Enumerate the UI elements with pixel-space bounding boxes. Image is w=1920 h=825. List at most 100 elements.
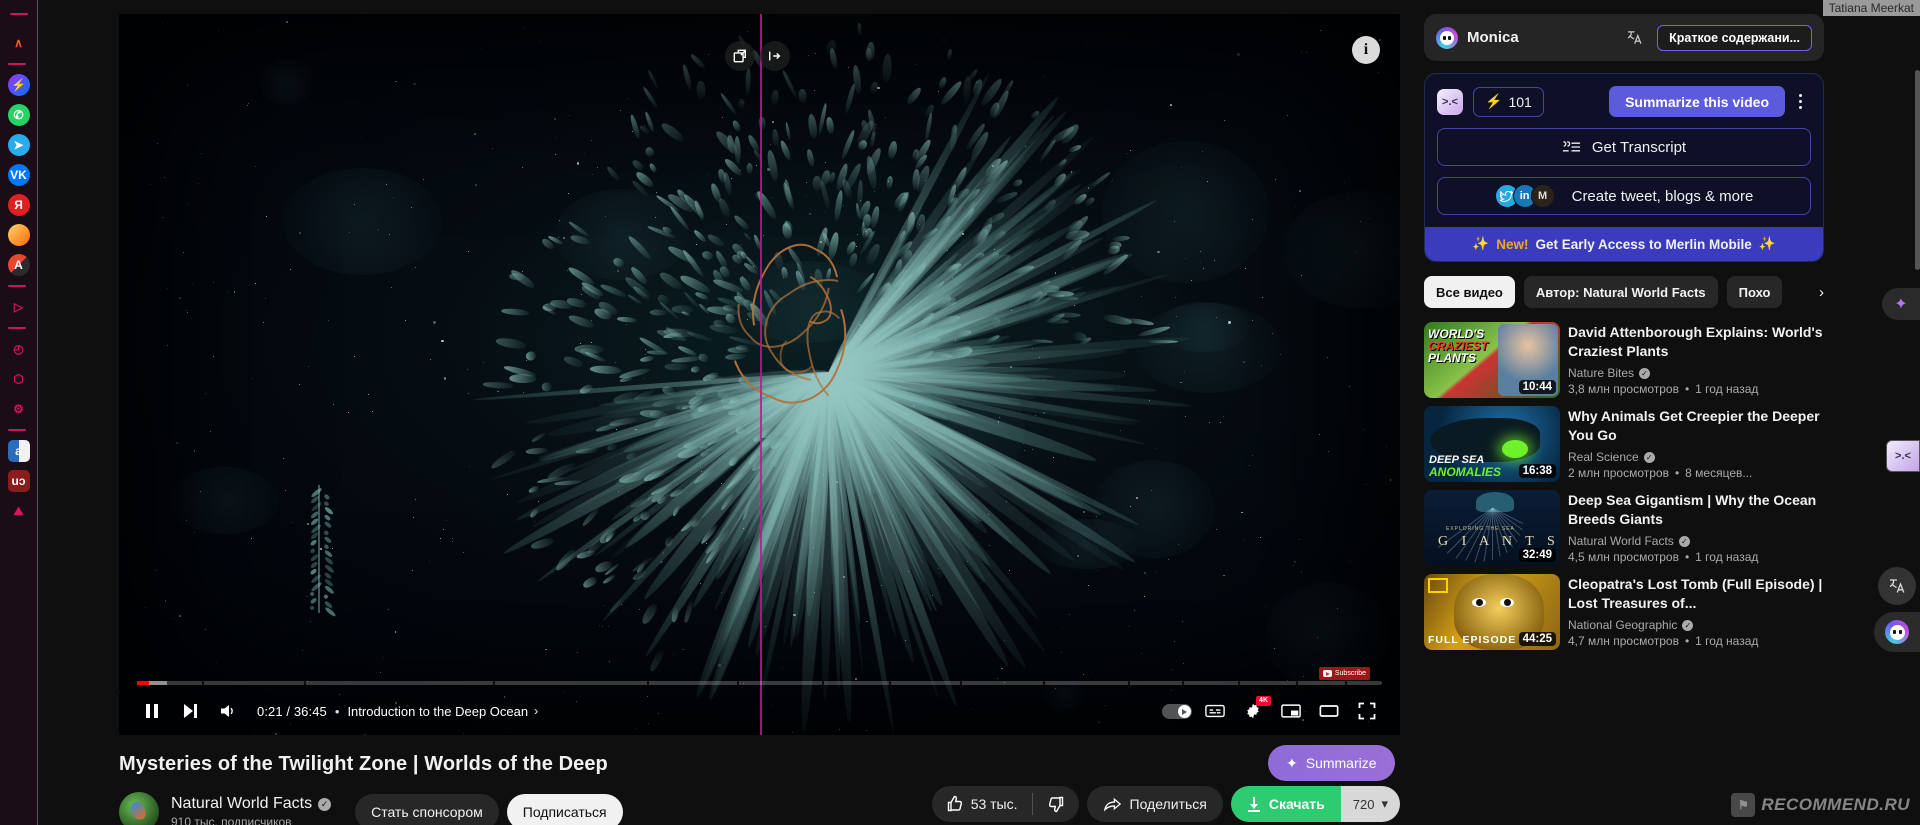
related-video-item[interactable]: EXPLORING THE SEA G I A N T S 32:49 Deep Se… <box>1424 490 1824 566</box>
like-button[interactable]: 53 тыс. <box>932 786 1032 822</box>
merlin-face-icon[interactable]: >.< <box>1437 88 1463 115</box>
video-channel[interactable]: Real Science ✓ <box>1568 450 1824 464</box>
video-views: 4,7 млн просмотров <box>1568 634 1679 648</box>
progress-played <box>137 681 149 685</box>
time-chapter-separator: • <box>334 703 340 719</box>
verified-badge-icon: ✓ <box>318 797 332 811</box>
related-video-item[interactable]: WORLD'S CRAZIEST PLANTS 10:44 David Attenbor… <box>1424 322 1824 398</box>
brave-lion-icon[interactable]: ∧ <box>8 32 30 54</box>
get-transcript-button[interactable]: Get Transcript <box>1437 128 1811 166</box>
video-thumbnail[interactable]: EXPLORING THE SEA G I A N T S 32:49 <box>1424 490 1560 566</box>
monica-float-button[interactable] <box>1874 612 1920 652</box>
progress-track <box>137 681 1382 685</box>
page-scrollbar[interactable] <box>1915 70 1920 270</box>
mail-icon[interactable] <box>7 224 30 246</box>
video-channel[interactable]: National Geographic ✓ <box>1568 618 1824 632</box>
youtube-subscribe-watermark[interactable]: Subscribe <box>1318 667 1370 680</box>
download-quality-select[interactable]: 720 ▾ <box>1340 786 1400 822</box>
vk-icon[interactable]: VK <box>7 164 30 186</box>
monica-summary-button[interactable]: Краткое содержани... <box>1657 24 1812 51</box>
telegram-icon[interactable]: ➤ <box>7 134 30 156</box>
autoplay-toggle-button[interactable] <box>1158 692 1196 730</box>
video-title[interactable]: David Attenborough Explains: World's Cra… <box>1568 323 1824 361</box>
subtitles-button[interactable] <box>1196 692 1234 730</box>
chapter-title[interactable]: Introduction to the Deep Ocean <box>347 704 528 719</box>
next-video-button[interactable] <box>171 692 209 730</box>
chapter-marker <box>201 681 204 685</box>
video-thumbnail[interactable]: DEEP SEA ANOMALIES 16:38 <box>1424 406 1560 482</box>
video-thumbnail[interactable]: WORLD'S CRAZIEST PLANTS 10:44 <box>1424 322 1560 398</box>
magenta-guide-line <box>760 14 762 735</box>
social-icons-group: in M <box>1494 184 1555 208</box>
youtube-play-glyph <box>1322 670 1332 677</box>
related-video-item[interactable]: FULL EPISODE 44:25 Cleopatra's Lost Tomb (… <box>1424 574 1824 650</box>
filter-chip-0[interactable]: Все видео <box>1424 276 1515 308</box>
merlin-mobile-banner[interactable]: ✨ New! Get Early Access to Merlin Mobile… <box>1425 227 1823 261</box>
yandex-icon[interactable]: Я <box>7 194 30 216</box>
video-channel-label: Real Science <box>1568 450 1639 464</box>
fullscreen-button[interactable] <box>1348 692 1386 730</box>
open-popout-icon[interactable] <box>725 41 755 71</box>
rail-icon-list: ∧ ⚡ ✆ ➤ VK Я A ▷ ◴ ⬡ ⚙ a uɔ ⛰ <box>7 24 30 530</box>
enter-theater-icon[interactable] <box>760 41 790 71</box>
video-channel[interactable]: Natural World Facts ✓ <box>1568 534 1824 548</box>
summarize-float-button[interactable]: ✦ Summarize <box>1268 745 1395 781</box>
volume-button[interactable] <box>209 692 247 730</box>
sparkle-ai-icon[interactable]: ✦ <box>1882 288 1920 320</box>
translate-app-icon[interactable]: A <box>7 254 30 276</box>
channel-name-label: Natural World Facts <box>171 795 313 812</box>
summarize-this-video-button[interactable]: Summarize this video <box>1609 86 1785 117</box>
avatar[interactable] <box>119 792 159 825</box>
subscribe-button[interactable]: Подписаться <box>506 794 623 825</box>
history-clock-icon[interactable]: ◴ <box>8 338 30 360</box>
video-title[interactable]: Cleopatra's Lost Tomb (Full Episode) | L… <box>1568 575 1824 613</box>
autoplay-switch[interactable] <box>1162 703 1192 719</box>
video-player-icon[interactable]: ▷ <box>8 296 30 318</box>
credits-badge[interactable]: ⚡ 101 <box>1473 86 1544 117</box>
video-channel[interactable]: Nature Bites ✓ <box>1568 366 1824 380</box>
dislike-button[interactable] <box>1033 786 1079 822</box>
translate-icon[interactable] <box>1623 27 1645 49</box>
translate-circle-icon[interactable] <box>1878 567 1916 605</box>
thumb-overlay-text: FULL EPISODE <box>1428 634 1517 646</box>
amazon-assistant-icon[interactable]: a <box>7 440 30 462</box>
channel-name[interactable]: Natural World Facts ✓ <box>171 795 332 813</box>
video-title[interactable]: Why Animals Get Creepier the Deeper You … <box>1568 407 1824 445</box>
image-tool-icon[interactable]: ⛰ <box>8 500 30 522</box>
merlin-panel: >.< ⚡ 101 Summarize this video Get Trans… <box>1424 73 1824 262</box>
download-button[interactable]: Скачать <box>1230 786 1341 822</box>
chips-next-icon[interactable]: › <box>1790 276 1824 308</box>
video-views: 2 млн просмотров <box>1568 466 1669 480</box>
video-thumbnail[interactable]: FULL EPISODE 44:25 <box>1424 574 1560 650</box>
progress-bar[interactable] <box>137 681 1382 685</box>
more-options-icon[interactable] <box>1789 94 1811 109</box>
settings-button[interactable]: 4K <box>1234 692 1272 730</box>
chapter-next-icon[interactable]: › <box>534 704 538 718</box>
like-dislike-group: 53 тыс. <box>931 786 1079 822</box>
theater-mode-button[interactable] <box>1310 692 1348 730</box>
ublock-shield-icon[interactable]: uɔ <box>7 470 30 492</box>
whatsapp-icon[interactable]: ✆ <box>7 104 30 126</box>
rail-divider <box>7 429 26 431</box>
video-player[interactable]: i Subscribe 0:21 / 36:45 • Introduction … <box>119 14 1400 735</box>
monica-title: Monica <box>1467 29 1519 46</box>
download-label: Скачать <box>1268 796 1325 812</box>
merlin-side-icon[interactable]: >.< <box>1886 440 1920 472</box>
filter-chip-1[interactable]: Автор: Natural World Facts <box>1523 276 1718 308</box>
box-3d-icon[interactable]: ⬡ <box>8 368 30 390</box>
pause-button[interactable] <box>133 692 171 730</box>
thumb-overlay-subtext: ANOMALIES <box>1429 465 1501 479</box>
related-video-item[interactable]: DEEP SEA ANOMALIES 16:38 Why Animals Get Cr… <box>1424 406 1824 482</box>
filter-chip-2[interactable]: Похо <box>1726 276 1783 308</box>
info-icon[interactable]: i <box>1352 36 1380 64</box>
sponsor-button[interactable]: Стать спонсором <box>355 794 499 825</box>
create-content-button[interactable]: in M Create tweet, blogs & more <box>1437 177 1811 215</box>
miniplayer-button[interactable] <box>1272 692 1310 730</box>
player-controls: 0:21 / 36:45 • Introduction to the Deep … <box>119 687 1400 735</box>
settings-gear-icon[interactable]: ⚙ <box>8 398 30 420</box>
messenger-icon[interactable]: ⚡ <box>7 74 30 96</box>
video-title[interactable]: Deep Sea Gigantism | Why the Ocean Breed… <box>1568 491 1824 529</box>
video-channel-label: Natural World Facts <box>1568 534 1674 548</box>
share-button[interactable]: Поделиться <box>1086 786 1223 822</box>
video-views: 3,8 млн просмотров <box>1568 382 1679 396</box>
